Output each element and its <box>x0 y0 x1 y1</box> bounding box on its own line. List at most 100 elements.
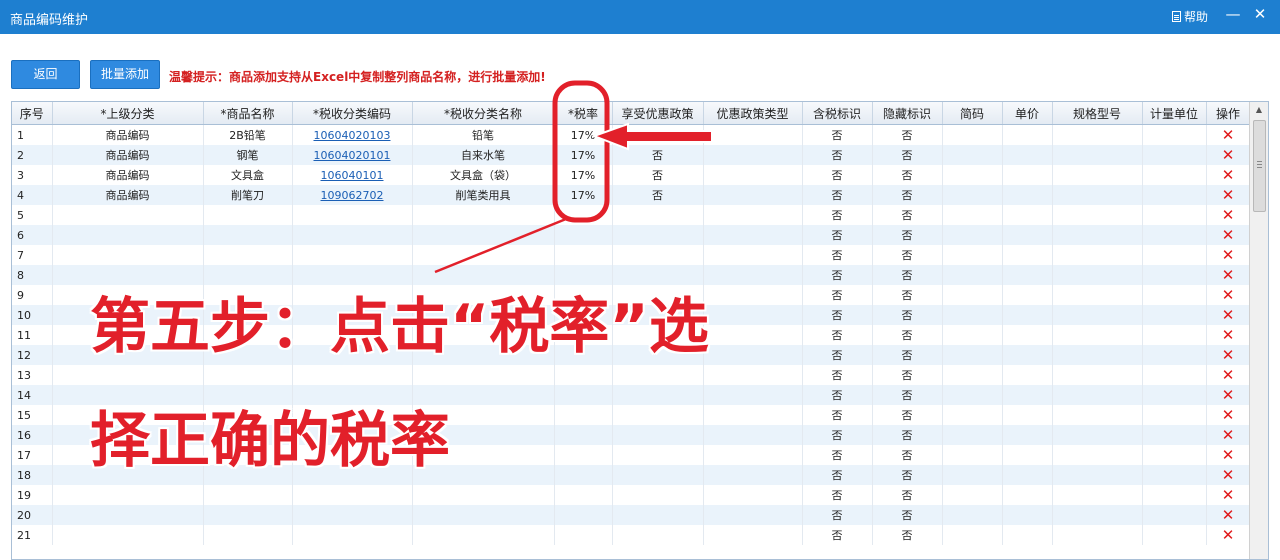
short-code-cell[interactable] <box>942 124 1003 145</box>
delete-icon[interactable]: ✕ <box>1222 306 1235 324</box>
spec-cell[interactable] <box>1052 385 1143 405</box>
tax-included-cell[interactable]: 否 <box>802 124 873 145</box>
tax-included-cell[interactable]: 否 <box>802 145 873 165</box>
operation-cell[interactable]: ✕ <box>1206 505 1251 525</box>
seq-cell[interactable]: 14 <box>12 385 53 405</box>
spec-cell[interactable] <box>1052 124 1143 145</box>
tax-included-cell[interactable]: 否 <box>802 185 873 205</box>
seq-cell[interactable]: 15 <box>12 405 53 425</box>
unit-price-cell[interactable] <box>1002 325 1053 345</box>
unit-cell[interactable] <box>1142 165 1207 185</box>
scroll-up-arrow-icon[interactable]: ▲ <box>1250 102 1268 118</box>
tax-included-cell[interactable]: 否 <box>802 225 873 245</box>
unit-price-cell[interactable] <box>1002 445 1053 465</box>
tax-code-cell[interactable] <box>292 485 413 505</box>
spec-cell[interactable] <box>1052 485 1143 505</box>
tax-rate-cell[interactable] <box>554 385 613 405</box>
operation-cell[interactable]: ✕ <box>1206 185 1251 205</box>
short-code-cell[interactable] <box>942 505 1003 525</box>
delete-icon[interactable]: ✕ <box>1222 446 1235 464</box>
unit-cell[interactable] <box>1142 405 1207 425</box>
table-row[interactable]: 4 商品编码 削笔刀 109062702 削笔类用具 17% 否否否 ✕ <box>12 185 1251 205</box>
spec-cell[interactable] <box>1052 445 1143 465</box>
table-row[interactable]: 1 商品编码 2B铅笔 10604020103 铅笔 17% 否否否 ✕ <box>12 124 1251 145</box>
operation-cell[interactable]: ✕ <box>1206 165 1251 185</box>
table-row[interactable]: 7 否否 ✕ <box>12 245 1251 265</box>
preferential-cell[interactable] <box>612 525 704 545</box>
unit-price-cell[interactable] <box>1002 525 1053 545</box>
parent-category-cell[interactable]: 商品编码 <box>52 124 204 145</box>
product-name-cell[interactable]: 削笔刀 <box>203 185 293 205</box>
vertical-scrollbar[interactable]: ▲ <box>1249 102 1268 559</box>
delete-icon[interactable]: ✕ <box>1222 286 1235 304</box>
tax-rate-cell[interactable] <box>554 425 613 445</box>
preferential-type-cell[interactable] <box>703 405 803 425</box>
preferential-type-cell[interactable] <box>703 445 803 465</box>
seq-cell[interactable]: 10 <box>12 305 53 325</box>
delete-icon[interactable]: ✕ <box>1222 186 1235 204</box>
unit-price-cell[interactable] <box>1002 345 1053 365</box>
unit-cell[interactable] <box>1142 185 1207 205</box>
unit-price-cell[interactable] <box>1002 365 1053 385</box>
tax-rate-cell[interactable] <box>554 465 613 485</box>
short-code-cell[interactable] <box>942 465 1003 485</box>
tax-name-cell[interactable]: 铅笔 <box>412 124 555 145</box>
preferential-cell[interactable] <box>612 245 704 265</box>
parent-category-cell[interactable]: 商品编码 <box>52 165 204 185</box>
back-button[interactable]: 返回 <box>11 60 80 89</box>
spec-cell[interactable] <box>1052 205 1143 225</box>
unit-price-cell[interactable] <box>1002 165 1053 185</box>
parent-category-cell[interactable] <box>52 245 204 265</box>
tax-included-cell[interactable]: 否 <box>802 365 873 385</box>
close-button[interactable]: ✕ <box>1252 6 1268 22</box>
spec-cell[interactable] <box>1052 405 1143 425</box>
unit-cell[interactable] <box>1142 425 1207 445</box>
tax-code-cell[interactable] <box>292 525 413 545</box>
tax-rate-cell[interactable] <box>554 245 613 265</box>
preferential-type-cell[interactable] <box>703 365 803 385</box>
hidden-cell[interactable]: 否 <box>872 225 943 245</box>
spec-cell[interactable] <box>1052 265 1143 285</box>
operation-cell[interactable]: ✕ <box>1206 405 1251 425</box>
table-row[interactable]: 5 否否 ✕ <box>12 205 1251 225</box>
hidden-cell[interactable]: 否 <box>872 445 943 465</box>
operation-cell[interactable]: ✕ <box>1206 425 1251 445</box>
spec-cell[interactable] <box>1052 525 1143 545</box>
preferential-type-cell[interactable] <box>703 505 803 525</box>
delete-icon[interactable]: ✕ <box>1222 206 1235 224</box>
parent-category-cell[interactable] <box>52 525 204 545</box>
product-name-cell[interactable]: 文具盒 <box>203 165 293 185</box>
operation-cell[interactable]: ✕ <box>1206 245 1251 265</box>
seq-cell[interactable]: 16 <box>12 425 53 445</box>
preferential-cell[interactable] <box>612 385 704 405</box>
tax-name-cell[interactable] <box>412 485 555 505</box>
tax-included-cell[interactable]: 否 <box>802 425 873 445</box>
tax-name-cell[interactable] <box>412 505 555 525</box>
col-unit-header[interactable]: 计量单位 <box>1142 102 1207 125</box>
tax-code-link[interactable]: 10604020103 <box>314 129 391 142</box>
parent-category-cell[interactable] <box>52 505 204 525</box>
spec-cell[interactable] <box>1052 345 1143 365</box>
preferential-type-cell[interactable] <box>703 245 803 265</box>
hidden-cell[interactable]: 否 <box>872 325 943 345</box>
unit-cell[interactable] <box>1142 305 1207 325</box>
seq-cell[interactable]: 21 <box>12 525 53 545</box>
unit-cell[interactable] <box>1142 485 1207 505</box>
tax-code-link[interactable]: 109062702 <box>321 189 384 202</box>
help-button[interactable]: 帮助 <box>1172 8 1208 25</box>
delete-icon[interactable]: ✕ <box>1222 266 1235 284</box>
preferential-type-cell[interactable] <box>703 145 803 165</box>
table-row[interactable]: 13 否否 ✕ <box>12 365 1251 385</box>
tax-included-cell[interactable]: 否 <box>802 205 873 225</box>
unit-price-cell[interactable] <box>1002 425 1053 445</box>
parent-category-cell[interactable] <box>52 225 204 245</box>
tax-included-cell[interactable]: 否 <box>802 345 873 365</box>
parent-category-cell[interactable] <box>52 365 204 385</box>
preferential-type-cell[interactable] <box>703 225 803 245</box>
hidden-cell[interactable]: 否 <box>872 505 943 525</box>
unit-cell[interactable] <box>1142 385 1207 405</box>
hidden-cell[interactable]: 否 <box>872 525 943 545</box>
hidden-cell[interactable]: 否 <box>872 305 943 325</box>
operation-cell[interactable]: ✕ <box>1206 325 1251 345</box>
tax-code-cell[interactable] <box>292 365 413 385</box>
